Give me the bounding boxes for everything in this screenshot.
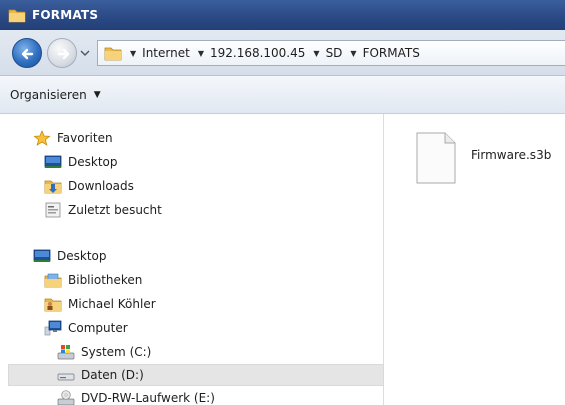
nav-item-label: Michael Köhler — [68, 297, 156, 311]
back-button[interactable] — [12, 38, 42, 68]
file-item[interactable]: Firmware.s3b — [415, 132, 551, 184]
nav-item-label: Zuletzt besucht — [68, 203, 162, 217]
breadcrumb-item-internet[interactable]: ▼ Internet — [128, 46, 190, 60]
breadcrumb-label: FORMATS — [362, 46, 420, 60]
downloads-folder-icon — [44, 180, 62, 194]
navigation-pane: Favoriten Desktop Downloads Zuletzt besu… — [0, 114, 384, 405]
system-drive-icon — [57, 345, 75, 360]
nav-item-label: Downloads — [68, 179, 134, 193]
nav-item-label: Favoriten — [57, 131, 113, 145]
nav-item-label: Desktop — [57, 249, 107, 263]
arrow-left-icon — [21, 48, 34, 60]
chevron-down-icon: ▼ — [93, 89, 101, 100]
computer-icon — [44, 320, 62, 336]
chevron-down-icon[interactable]: ▼ — [313, 49, 319, 58]
forward-button[interactable] — [47, 38, 77, 68]
nav-item-label: Desktop — [68, 155, 118, 169]
command-bar: Organisieren ▼ — [0, 76, 565, 114]
nav-item-recent-places[interactable]: Zuletzt besucht — [44, 200, 162, 220]
organize-label: Organisieren — [10, 87, 87, 102]
nav-item-label: System (C:) — [81, 345, 152, 359]
nav-item-user-folder[interactable]: Michael Köhler — [44, 294, 156, 314]
breadcrumb-label: 192.168.100.45 — [209, 46, 306, 60]
address-area: ▼ Internet ▼ 192.168.100.45 ▼ SD ▼ FORMA… — [0, 30, 565, 76]
user-folder-icon — [44, 298, 62, 312]
breadcrumb-label: SD — [325, 46, 343, 60]
nav-item-system-drive[interactable]: System (C:) — [57, 342, 151, 362]
desktop-icon — [44, 155, 62, 168]
nav-item-label: Computer — [68, 321, 128, 335]
title-bar: FORMATS — [0, 0, 565, 30]
star-icon — [33, 130, 51, 146]
nav-item-label: DVD-RW-Laufwerk (E:) — [81, 391, 215, 405]
libraries-icon — [44, 273, 62, 288]
nav-item-downloads[interactable]: Downloads — [44, 176, 134, 196]
nav-item-label: Daten (D:) — [81, 368, 144, 382]
desktop-icon — [33, 249, 51, 262]
file-list: Firmware.s3b — [385, 114, 565, 405]
folder-icon — [104, 47, 122, 61]
nav-item-data-drive[interactable]: Daten (D:) — [8, 364, 384, 386]
generic-file-icon — [416, 132, 456, 184]
recent-pages-chevron-icon[interactable] — [80, 48, 90, 58]
recent-places-icon — [45, 202, 61, 218]
nav-item-dvd-drive[interactable]: DVD-RW-Laufwerk (E:) — [57, 388, 215, 405]
chevron-down-icon[interactable]: ▼ — [198, 49, 204, 58]
nav-item-desktop-favorite[interactable]: Desktop — [44, 152, 118, 172]
breadcrumb-label: Internet — [142, 46, 190, 60]
file-name: Firmware.s3b — [471, 148, 552, 162]
dvd-drive-icon — [57, 390, 75, 405]
breadcrumb-item-formats[interactable]: ▼ FORMATS — [348, 46, 419, 60]
folder-icon — [8, 9, 26, 23]
chevron-down-icon[interactable]: ▼ — [350, 49, 356, 58]
nav-item-label: Bibliotheken — [68, 273, 143, 287]
organize-button[interactable]: Organisieren ▼ — [10, 88, 101, 102]
nav-item-libraries[interactable]: Bibliotheken — [44, 270, 142, 290]
nav-item-favorites[interactable]: Favoriten — [33, 128, 113, 148]
nav-item-desktop[interactable]: Desktop — [33, 246, 107, 266]
drive-icon — [57, 373, 75, 381]
breadcrumb[interactable]: ▼ Internet ▼ 192.168.100.45 ▼ SD ▼ FORMA… — [97, 40, 565, 66]
arrow-right-icon — [57, 48, 70, 60]
window-title: FORMATS — [32, 8, 99, 22]
breadcrumb-item-sd[interactable]: ▼ SD — [311, 46, 342, 60]
nav-item-computer[interactable]: Computer — [44, 318, 128, 338]
chevron-down-icon[interactable]: ▼ — [130, 49, 136, 58]
breadcrumb-item-ip[interactable]: ▼ 192.168.100.45 — [196, 46, 306, 60]
